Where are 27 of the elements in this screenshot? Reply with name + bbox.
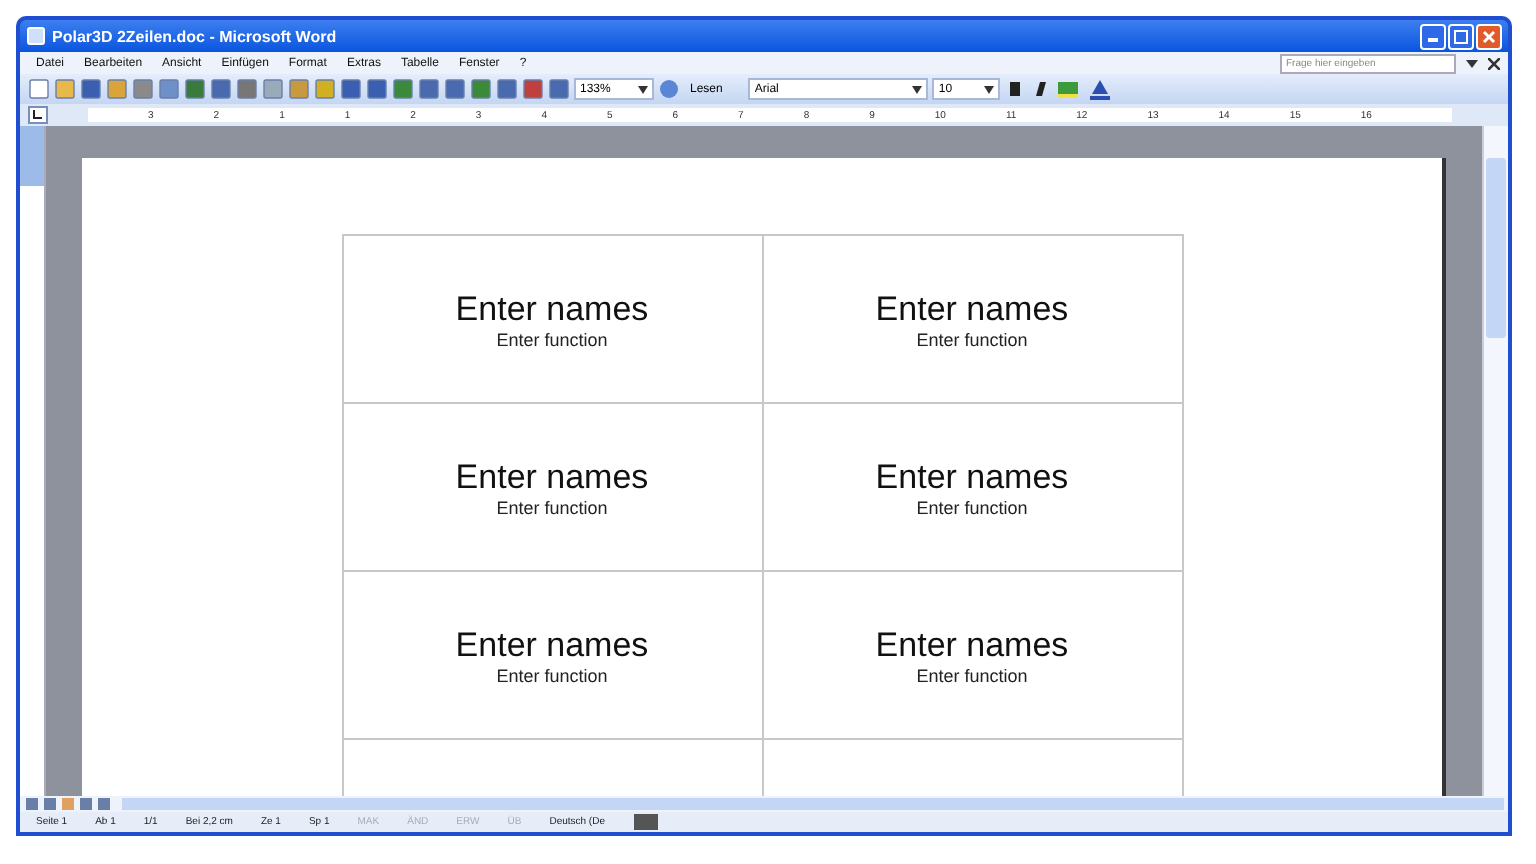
function-text: Enter function — [494, 329, 610, 349]
minimize-button[interactable] — [1420, 23, 1446, 49]
function-text: Enter function — [914, 329, 1030, 349]
tab-selector-icon[interactable] — [28, 106, 48, 124]
function-text: Enter function — [914, 665, 1030, 685]
dropdown-arrow-icon[interactable] — [1466, 57, 1478, 69]
maximize-button[interactable] — [1448, 23, 1474, 49]
name-text: Enter names — [453, 289, 651, 329]
name-text: Enter names — [873, 625, 1071, 665]
close-button[interactable] — [1476, 23, 1502, 49]
close-icon — [1482, 29, 1496, 43]
caret-icon — [912, 85, 923, 93]
name-text: Enter names — [873, 457, 1071, 497]
name-text: Enter names — [453, 625, 651, 665]
function-text: Enter function — [494, 497, 610, 517]
name-text: Enter names — [453, 457, 651, 497]
caret-icon — [984, 85, 995, 93]
scroll-thumb[interactable] — [1486, 158, 1506, 338]
function-text: Enter function — [914, 497, 1030, 517]
name-text: Enter names — [873, 289, 1071, 329]
horizontal-scrollbar[interactable] — [122, 798, 1504, 810]
caret-icon — [638, 85, 648, 93]
maximize-icon — [1454, 29, 1468, 43]
window-title: Polar3D 2Zeilen.doc - Microsoft Word — [52, 27, 337, 45]
function-text: Enter function — [494, 665, 610, 685]
close-icon[interactable] — [1488, 57, 1500, 69]
vertical-scrollbar[interactable] — [1482, 126, 1508, 796]
